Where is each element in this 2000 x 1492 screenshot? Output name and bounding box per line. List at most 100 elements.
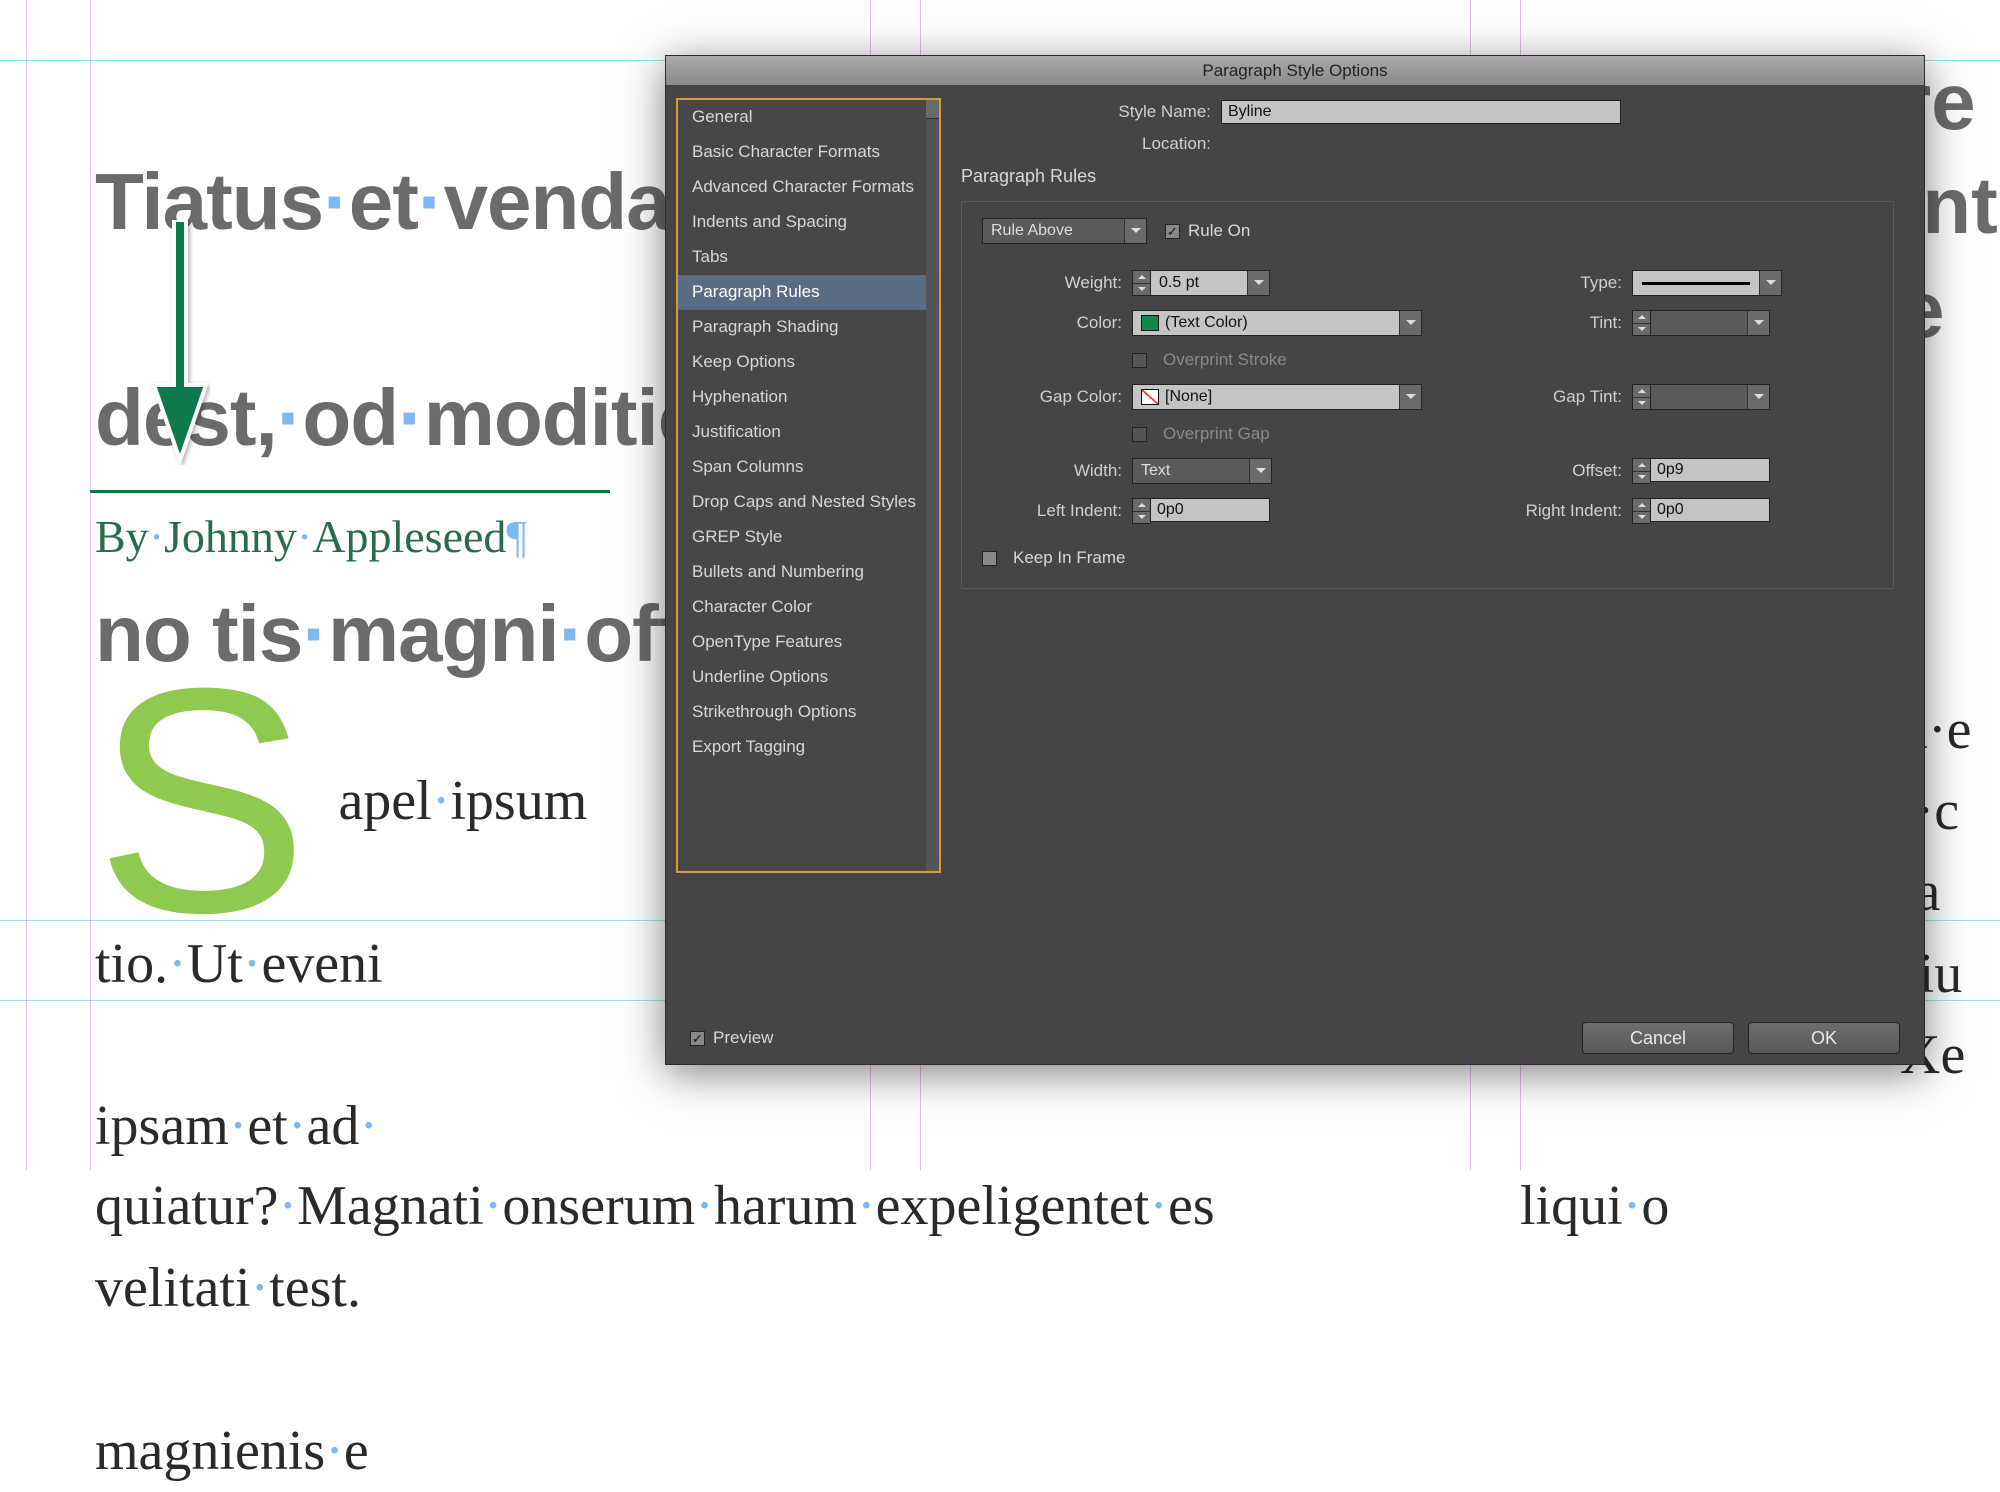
sidebar-item-strikethrough-options[interactable]: Strikethrough Options [678, 695, 939, 730]
left-indent-stepper[interactable] [1132, 498, 1150, 524]
guide-vertical [26, 0, 27, 1170]
line-type-swatch [1633, 271, 1759, 295]
checkbox-icon [1132, 427, 1147, 442]
chevron-down-icon [1747, 311, 1769, 335]
sidebar-item-hyphenation[interactable]: Hyphenation [678, 380, 939, 415]
sidebar-item-underline-options[interactable]: Underline Options [678, 660, 939, 695]
sidebar-item-grep-style[interactable]: GREP Style [678, 520, 939, 555]
paragraph-style-options-dialog: Paragraph Style Options GeneralBasic Cha… [665, 55, 1925, 1065]
gap-color-select[interactable]: [None] [1132, 384, 1422, 410]
sidebar-item-justification[interactable]: Justification [678, 415, 939, 450]
width-select[interactable]: Text [1132, 458, 1272, 484]
body-last-line[interactable]: quiatur?·Magnati·onserum·harum·expeligen… [95, 1085, 1215, 1247]
tint-value [1651, 311, 1747, 335]
color-select[interactable]: (Text Color) [1132, 310, 1422, 336]
right-indent-input[interactable] [1650, 498, 1770, 522]
keep-in-frame-label: Keep In Frame [1013, 548, 1125, 568]
right-indent-stepper[interactable] [1632, 498, 1650, 524]
preview-label: Preview [713, 1028, 773, 1048]
overprint-stroke-checkbox: Overprint Stroke [1132, 350, 1432, 370]
sidebar-item-opentype-features[interactable]: OpenType Features [678, 625, 939, 660]
chevron-down-icon [1747, 385, 1769, 409]
gap-tint-select[interactable] [1650, 384, 1770, 410]
rule-on-checkbox[interactable]: Rule On [1165, 221, 1250, 241]
chevron-down-icon [1399, 385, 1421, 409]
dialog-title: Paragraph Style Options [666, 56, 1924, 86]
gap-color-value: [None] [1133, 385, 1399, 409]
checkbox-icon [690, 1031, 705, 1046]
weight-stepper[interactable] [1132, 270, 1150, 296]
paragraph-rule-above [90, 490, 610, 493]
sidebar-item-general[interactable]: General [678, 100, 939, 135]
sidebar-item-keep-options[interactable]: Keep Options [678, 345, 939, 380]
guide-vertical [90, 0, 91, 1170]
sidebar-item-advanced-character-formats[interactable]: Advanced Character Formats [678, 170, 939, 205]
sidebar-item-indents-and-spacing[interactable]: Indents and Spacing [678, 205, 939, 240]
chevron-down-icon [1759, 271, 1781, 295]
chevron-down-icon [1399, 311, 1421, 335]
byline-content: By·Johnny·Appleseed [95, 511, 506, 562]
none-swatch-icon [1141, 389, 1159, 405]
gap-color-label: Gap Color: [982, 387, 1132, 407]
drop-cap: S [95, 680, 308, 920]
overprint-gap-checkbox: Overprint Gap [1132, 424, 1432, 444]
pilcrow-icon: ¶ [506, 511, 527, 562]
gap-tint-value [1651, 385, 1747, 409]
left-indent-label: Left Indent: [982, 501, 1132, 521]
offset-input[interactable] [1650, 458, 1770, 482]
tint-select[interactable] [1650, 310, 1770, 336]
weight-label: Weight: [982, 273, 1132, 293]
checkbox-icon [982, 551, 997, 566]
chevron-down-icon [1247, 271, 1269, 295]
byline-text[interactable]: By·Johnny·Appleseed¶ [95, 510, 527, 563]
sidebar-item-tabs[interactable]: Tabs [678, 240, 939, 275]
rule-position-value: Rule Above [983, 219, 1124, 243]
right-indent-label: Right Indent: [1432, 501, 1632, 521]
chevron-down-icon [1124, 219, 1146, 243]
preview-checkbox[interactable]: Preview [690, 1028, 773, 1048]
checkbox-icon [1165, 224, 1180, 239]
category-sidebar[interactable]: GeneralBasic Character FormatsAdvanced C… [676, 98, 941, 873]
tint-label: Tint: [1432, 313, 1632, 333]
type-select[interactable] [1632, 270, 1782, 296]
cancel-button[interactable]: Cancel [1582, 1022, 1734, 1054]
sidebar-scrollbar[interactable] [926, 100, 939, 871]
rule-position-select[interactable]: Rule Above [982, 218, 1147, 244]
style-name-input[interactable] [1221, 100, 1621, 124]
color-label: Color: [982, 313, 1132, 333]
type-label: Type: [1432, 273, 1632, 293]
weight-value: 0.5 pt [1151, 271, 1247, 295]
style-name-label: Style Name: [961, 102, 1221, 122]
dialog-footer: Preview Cancel OK [666, 1012, 1924, 1064]
annotation-arrow-icon [150, 220, 210, 465]
sidebar-item-character-color[interactable]: Character Color [678, 590, 939, 625]
color-value: (Text Color) [1133, 311, 1399, 335]
sidebar-item-paragraph-rules[interactable]: Paragraph Rules [678, 275, 939, 310]
gap-tint-stepper[interactable] [1632, 384, 1650, 410]
sidebar-item-basic-character-formats[interactable]: Basic Character Formats [678, 135, 939, 170]
sidebar-item-export-tagging[interactable]: Export Tagging [678, 730, 939, 765]
width-value: Text [1133, 459, 1249, 483]
body-right-last-line: liqui·o [1520, 1085, 1669, 1247]
sidebar-item-span-columns[interactable]: Span Columns [678, 450, 939, 485]
ok-button[interactable]: OK [1748, 1022, 1900, 1054]
offset-label: Offset: [1432, 461, 1632, 481]
left-indent-input[interactable] [1150, 498, 1270, 522]
checkbox-icon [1132, 353, 1147, 368]
sidebar-item-bullets-and-numbering[interactable]: Bullets and Numbering [678, 555, 939, 590]
sidebar-item-drop-caps-and-nested-styles[interactable]: Drop Caps and Nested Styles [678, 485, 939, 520]
paragraph-rules-group: Rule Above Rule On Weight: 0.5 pt [961, 201, 1894, 589]
tint-stepper[interactable] [1632, 310, 1650, 336]
settings-panel: Style Name: Location: Paragraph Rules Ru… [941, 86, 1924, 1012]
gap-tint-label: Gap Tint: [1432, 387, 1632, 407]
location-label: Location: [961, 134, 1221, 154]
color-swatch-icon [1141, 315, 1159, 331]
weight-select[interactable]: 0.5 pt [1150, 270, 1270, 296]
panel-section-title: Paragraph Rules [961, 166, 1894, 187]
rule-on-label: Rule On [1188, 221, 1250, 241]
width-label: Width: [982, 461, 1132, 481]
chevron-down-icon [1249, 459, 1271, 483]
keep-in-frame-checkbox[interactable]: Keep In Frame [982, 548, 1873, 568]
sidebar-item-paragraph-shading[interactable]: Paragraph Shading [678, 310, 939, 345]
offset-stepper[interactable] [1632, 458, 1650, 484]
